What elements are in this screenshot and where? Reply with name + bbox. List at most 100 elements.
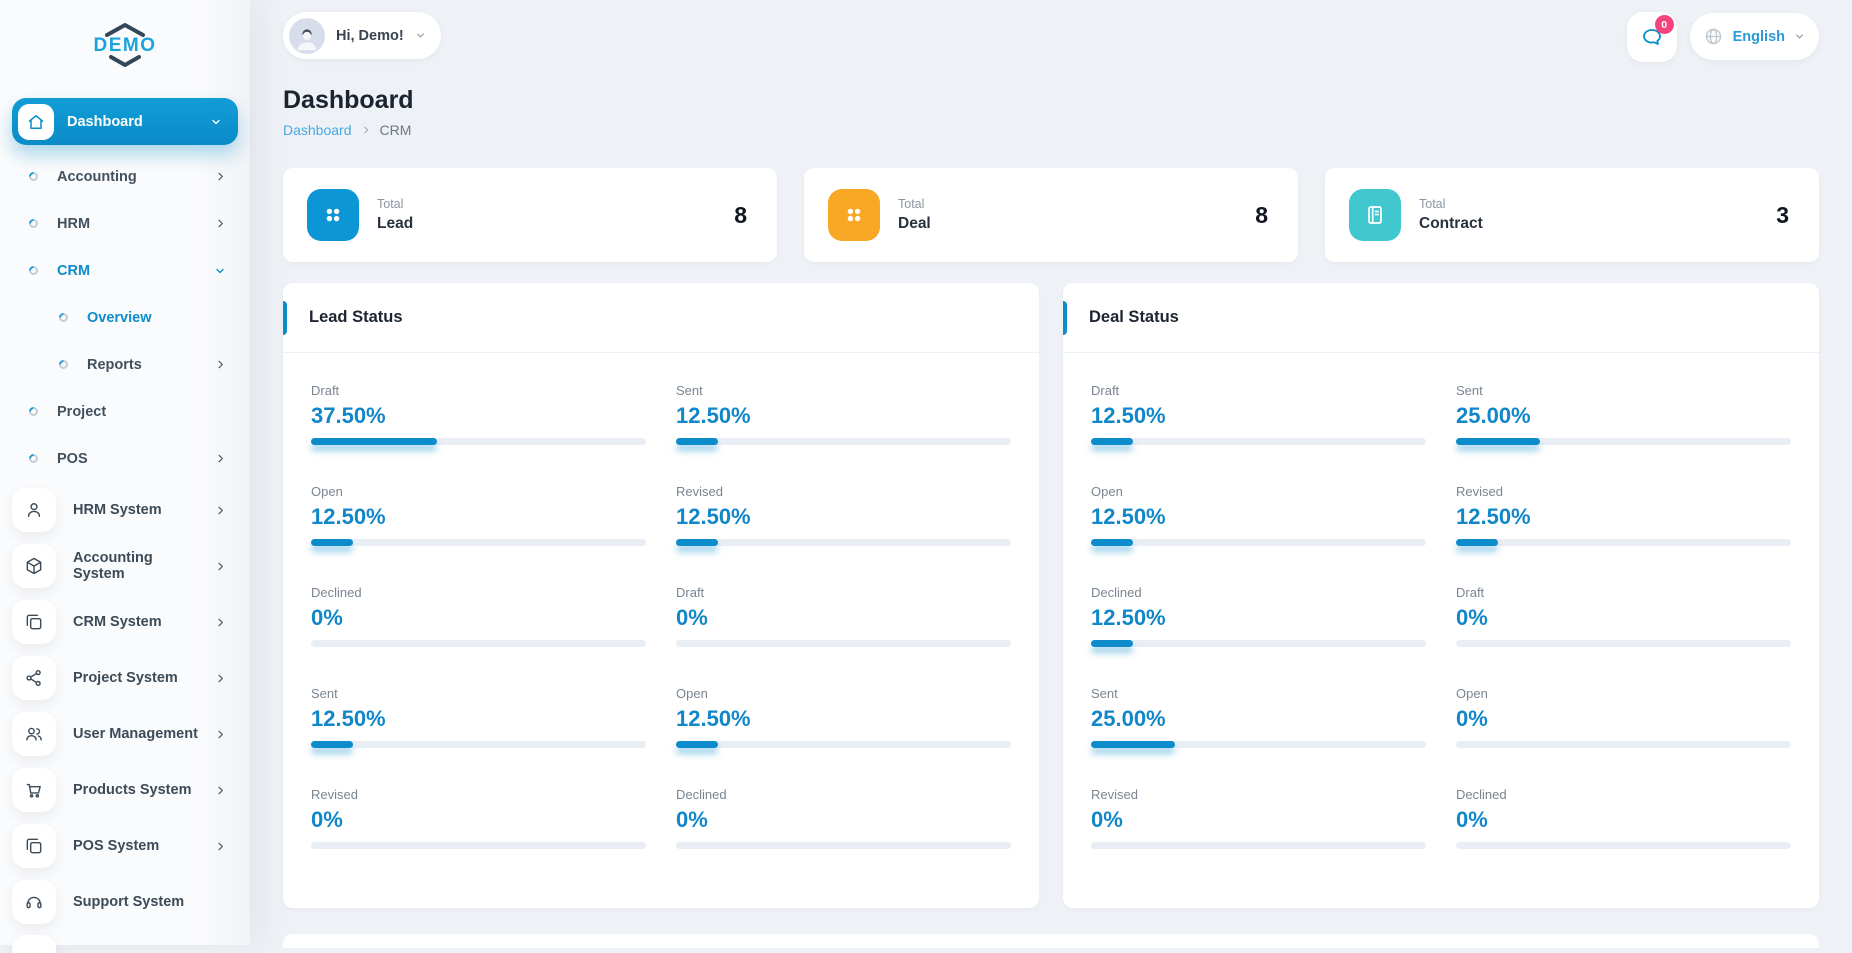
status-label: Declined — [1091, 585, 1142, 600]
sidebar-item-project[interactable]: Project — [0, 388, 250, 435]
status-row: Sent 25.00% — [1091, 686, 1426, 770]
stat-name: Deal — [898, 215, 931, 232]
sidebar-item-label: HRM — [57, 215, 91, 232]
sidebar-item-partial-tile — [12, 935, 56, 953]
sidebar-item-accounting-system[interactable]: Accounting System — [0, 538, 250, 594]
chevron-down-icon — [416, 33, 424, 38]
progress-fill — [676, 438, 718, 445]
status-label: Draft — [1091, 383, 1120, 398]
brand-name: DEMO — [93, 35, 157, 56]
sidebar-item-pos[interactable]: POS — [0, 435, 250, 482]
status-label: Sent — [676, 383, 703, 398]
progress-fill — [1456, 438, 1540, 445]
deal-status-rows: Draft 12.50% Sent 25.00% Open 12.50% Rev… — [1063, 353, 1819, 871]
status-label: Declined — [1456, 787, 1507, 802]
breadcrumb-dashboard-link[interactable]: Dashboard — [283, 122, 352, 138]
sidebar-item-dashboard[interactable]: Dashboard — [12, 98, 238, 145]
sidebar-item-label: Reports — [87, 356, 142, 373]
status-row: Revised 12.50% — [676, 484, 1011, 568]
home-icon — [18, 103, 54, 140]
messages-button[interactable]: 0 — [1626, 12, 1677, 62]
sidebar-item-accounting[interactable]: Accounting — [0, 153, 250, 200]
avatar — [289, 17, 325, 54]
status-row: Sent 12.50% — [676, 383, 1011, 467]
status-label: Sent — [1456, 383, 1483, 398]
progress-track — [1091, 640, 1426, 647]
language-selector[interactable]: English — [1689, 13, 1819, 60]
chevron-right-icon — [218, 562, 223, 570]
sidebar-item-support-system[interactable]: Support System — [0, 874, 250, 930]
sidebar-item-crm-system[interactable]: CRM System — [0, 594, 250, 650]
breadcrumb: Dashboard CRM — [283, 122, 1819, 138]
total-lead-card: Total Lead 8 — [283, 168, 777, 262]
stat-value: 8 — [734, 201, 747, 228]
user-menu[interactable]: Hi, Demo! — [283, 12, 441, 59]
chevron-down-icon — [216, 268, 224, 273]
status-label: Open — [1456, 686, 1488, 701]
status-row: Open 12.50% — [676, 686, 1011, 770]
progress-fill — [676, 539, 718, 546]
bullet-icon — [27, 452, 40, 465]
sidebar-item-label: POS System — [73, 838, 160, 854]
sidebar-item-hrm-system[interactable]: HRM System — [0, 482, 250, 538]
sidebar: DEMO Dashboard Accounting HRM CRM Overvi… — [0, 0, 250, 953]
status-label: Revised — [311, 787, 358, 802]
status-label: Open — [311, 484, 343, 499]
status-value: 37.50% — [311, 403, 386, 428]
status-row: Declined 12.50% — [1091, 585, 1426, 669]
grid-dots-icon — [828, 189, 880, 241]
stat-caption: Total — [1419, 197, 1446, 211]
sidebar-item-label: User Management — [73, 726, 198, 742]
status-value: 12.50% — [1091, 403, 1166, 428]
status-row: Draft 0% — [1456, 585, 1791, 669]
status-row: Revised 12.50% — [1456, 484, 1791, 568]
sidebar-item-label: Accounting System — [73, 550, 153, 582]
status-row: Draft 37.50% — [311, 383, 646, 467]
sidebar-item-products-system[interactable]: Products System — [0, 762, 250, 818]
sidebar-item-hrm[interactable]: HRM — [0, 200, 250, 247]
chevron-right-icon — [218, 219, 223, 228]
book-icon — [1349, 189, 1401, 241]
progress-fill — [311, 438, 437, 445]
stat-value: 8 — [1255, 201, 1268, 228]
headset-icon — [12, 880, 56, 924]
chevron-down-icon — [1796, 34, 1803, 39]
sidebar-item-label: Accounting — [57, 168, 137, 185]
status-row: Declined 0% — [311, 585, 646, 669]
status-value: 12.50% — [676, 403, 751, 428]
copy-icon — [12, 600, 56, 644]
status-value: 25.00% — [1456, 403, 1531, 428]
chevron-right-icon — [218, 454, 223, 463]
sidebar-item-overview[interactable]: Overview — [0, 294, 250, 341]
progress-fill — [1091, 640, 1133, 647]
main-content: Hi, Demo! 0 English Dashboard Dashboard — [250, 0, 1852, 948]
status-value: 12.50% — [311, 504, 386, 529]
stat-caption: Total — [377, 197, 404, 211]
panel-title: Lead Status — [309, 308, 403, 326]
total-deal-card: Total Deal 8 — [804, 168, 1298, 262]
sidebar-item-user-management[interactable]: User Management — [0, 706, 250, 762]
lead-status-panel: Lead Status Draft 37.50% Sent 12.50% Ope… — [283, 283, 1039, 908]
cart-icon — [12, 768, 56, 812]
progress-track — [1456, 842, 1791, 849]
status-label: Draft — [1456, 585, 1485, 600]
chevron-right-icon — [218, 506, 223, 514]
status-row: Revised 0% — [311, 787, 646, 871]
sidebar-item-crm[interactable]: CRM — [0, 247, 250, 294]
status-row: Sent 25.00% — [1456, 383, 1791, 467]
status-row: Revised 0% — [1091, 787, 1426, 871]
status-label: Sent — [1091, 686, 1118, 701]
sidebar-item-pos-system[interactable]: POS System — [0, 818, 250, 874]
sidebar-item-label: Support System — [73, 894, 185, 910]
status-value: 0% — [1456, 807, 1488, 832]
panel-header: Deal Status — [1063, 283, 1819, 353]
bullet-icon — [27, 217, 40, 230]
status-value: 0% — [311, 807, 343, 832]
sidebar-item-label: Project System — [73, 670, 178, 686]
users-icon — [12, 712, 56, 756]
page-title: Dashboard — [283, 86, 414, 114]
sidebar-item-project-system[interactable]: Project System — [0, 650, 250, 706]
progress-track — [676, 640, 1011, 647]
sidebar-item-reports[interactable]: Reports — [0, 341, 250, 388]
copy-icon — [12, 824, 56, 868]
